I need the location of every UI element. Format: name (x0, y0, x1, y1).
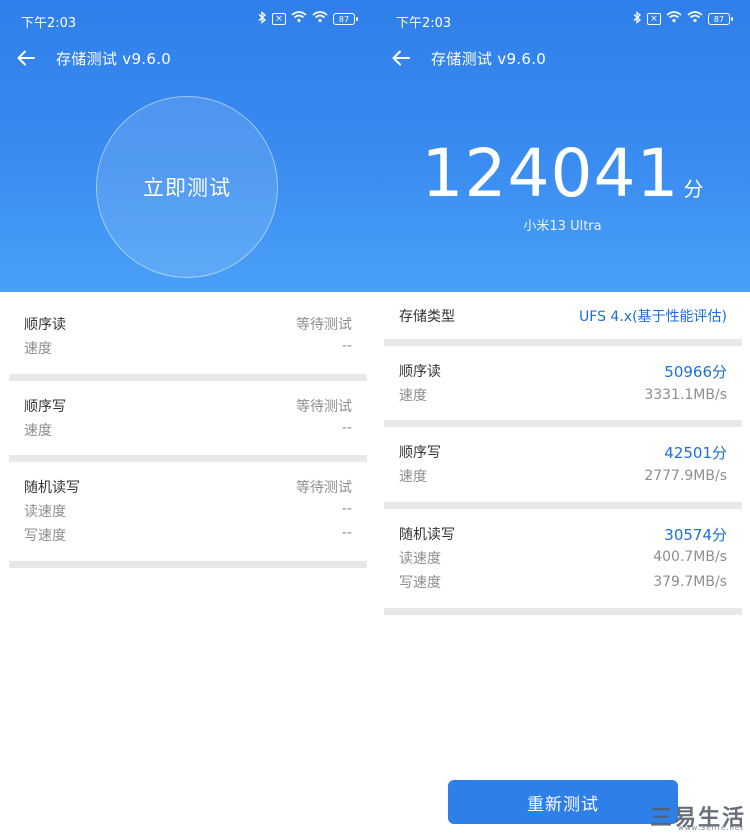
status-time: 下午2:03 (21, 16, 77, 31)
random-rw-card: 随机读写 等待测试 读速度 -- 写速度 -- (9, 462, 367, 561)
speed-label: 速度 (399, 469, 427, 485)
sequential-read-card: 顺序读 50966分 速度 3331.1MB/s (384, 346, 742, 420)
read-speed-label: 读速度 (24, 504, 66, 520)
total-score: 124041 分 (375, 136, 750, 212)
score-unit: 分 (683, 177, 704, 201)
score-number: 124041 (421, 135, 680, 212)
read-speed-value: 400.7MB/s (653, 549, 727, 565)
write-speed-label: 写速度 (399, 575, 441, 591)
divider (9, 374, 367, 381)
divider (384, 502, 742, 509)
battery-icon: 87 (333, 13, 358, 25)
battery-icon: 87 (708, 13, 733, 25)
divider (9, 455, 367, 462)
section-score: 42501分 (664, 444, 727, 462)
section-status: 等待测试 (296, 317, 352, 333)
section-title: 顺序写 (24, 399, 66, 415)
write-speed-label: 写速度 (24, 528, 66, 544)
app-title: 存储测试 v9.6.0 (431, 50, 547, 68)
section-title: 随机读写 (399, 527, 455, 543)
status-bar: 下午2:03 × 87 (375, 0, 750, 38)
arrow-left-icon (17, 50, 35, 66)
app-bar: 存储测试 v9.6.0 (375, 40, 750, 76)
no-sim-icon: × (647, 13, 661, 25)
back-button[interactable] (14, 46, 38, 70)
wifi-icon (687, 11, 703, 27)
watermark-url: www.3elife.net (678, 824, 744, 832)
random-rw-card: 随机读写 30574分 读速度 400.7MB/s 写速度 379.7MB/s (384, 509, 742, 608)
section-title: 顺序读 (24, 317, 66, 333)
status-time: 下午2:03 (396, 16, 452, 31)
left-screen: 下午2:03 × 87 存储测试 v9.6.0 立即测试 顺序读 等待测试 速度… (0, 0, 375, 833)
device-name: 小米13 Ultra (523, 219, 602, 234)
back-button[interactable] (389, 46, 413, 70)
read-speed-label: 读速度 (399, 551, 441, 567)
divider (384, 608, 742, 615)
right-screen: 下午2:03 × 87 存储测试 v9.6.0 124041 分 小米13 Ul… (375, 0, 750, 833)
write-speed-value: -- (341, 525, 352, 541)
signal-wifi-icon (291, 11, 307, 27)
section-status: 等待测试 (296, 399, 352, 415)
read-speed-value: -- (341, 501, 352, 517)
section-title: 随机读写 (24, 480, 80, 496)
speed-label: 速度 (399, 388, 427, 404)
status-bar: 下午2:03 × 87 (0, 0, 375, 38)
app-bar: 存储测试 v9.6.0 (0, 40, 375, 76)
storage-type-card: 存储类型 UFS 4.x(基于性能评估) (384, 292, 742, 338)
section-score: 30574分 (664, 526, 727, 544)
divider (384, 339, 742, 346)
divider (384, 420, 742, 427)
storage-type-value: UFS 4.x(基于性能评估) (579, 309, 727, 325)
divider (9, 561, 367, 568)
no-sim-icon: × (272, 13, 286, 25)
sequential-read-card: 顺序读 等待测试 速度 -- (9, 292, 367, 374)
speed-label: 速度 (24, 423, 52, 439)
storage-type-label: 存储类型 (399, 309, 455, 325)
section-title: 顺序写 (399, 445, 441, 461)
comparison-page: 下午2:03 × 87 存储测试 v9.6.0 立即测试 顺序读 等待测试 速度… (0, 0, 750, 833)
write-speed-value: 379.7MB/s (653, 574, 727, 590)
app-title: 存储测试 v9.6.0 (56, 50, 172, 68)
speed-value: -- (341, 338, 352, 354)
sequential-write-card: 顺序写 42501分 速度 2777.9MB/s (384, 427, 742, 502)
wifi-icon (312, 11, 328, 27)
status-icons: × 87 (632, 10, 733, 28)
bluetooth-icon (257, 10, 267, 28)
signal-wifi-icon (666, 11, 682, 27)
speed-value: 3331.1MB/s (644, 387, 727, 403)
status-icons: × 87 (257, 10, 358, 28)
speed-value: -- (341, 420, 352, 436)
arrow-left-icon (392, 50, 410, 66)
section-status: 等待测试 (296, 480, 352, 496)
retest-button[interactable]: 重新测试 (448, 780, 678, 824)
speed-value: 2777.9MB/s (644, 468, 727, 484)
section-score: 50966分 (664, 363, 727, 381)
site-watermark: 三易生活 www.3elife.net (650, 800, 746, 833)
section-title: 顺序读 (399, 364, 441, 380)
start-test-button[interactable]: 立即测试 (96, 96, 278, 278)
speed-label: 速度 (24, 341, 52, 357)
bluetooth-icon (632, 10, 642, 28)
sequential-write-card: 顺序写 等待测试 速度 -- (9, 381, 367, 455)
